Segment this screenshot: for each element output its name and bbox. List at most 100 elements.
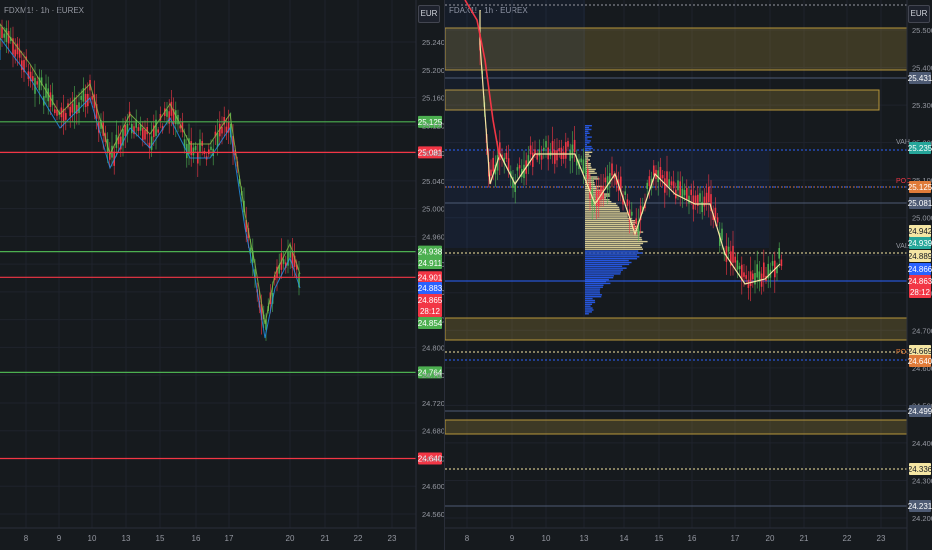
left-price-tick: 24.960 (422, 232, 444, 241)
right-candle (538, 149, 541, 157)
right-price-tick: 25.000 (912, 214, 932, 223)
right-volume-bar (585, 278, 609, 281)
right-volume-bar (585, 307, 593, 309)
right-volume-bar (585, 297, 593, 300)
right-candle (505, 152, 508, 159)
left-price-tick: 25.120 (422, 121, 444, 130)
right-demand-zone-2 (445, 419, 908, 435)
right-candle (754, 272, 756, 285)
right-volume-bar (585, 132, 590, 134)
right-axis-badge: 24.863 (908, 277, 932, 286)
right-candle (681, 188, 684, 198)
left-candle (71, 103, 74, 113)
right-volume-bar (585, 265, 623, 267)
left-chart-pane[interactable]: FDXM1! · 1h · EUREX EUR 8 9 10 13 15 16 17 20 21… (0, 0, 444, 550)
right-volume-bar (585, 142, 590, 144)
right-volume-bar (585, 313, 589, 315)
right-candle (611, 163, 613, 176)
right-candle (699, 193, 701, 202)
right-volume-bar (585, 244, 641, 247)
right-volume-bar (585, 214, 628, 216)
right-volume-bar (585, 275, 614, 277)
right-candle (736, 260, 739, 270)
right-shade (445, 0, 585, 150)
right-candle (688, 195, 690, 204)
right-candle (648, 176, 651, 187)
right-axis-badge: 25.431 (908, 74, 932, 83)
right-volume-bar (585, 309, 594, 311)
right-volume-bar (585, 144, 587, 146)
right-axis-badge: 25.125 (908, 183, 932, 192)
right-candle (529, 145, 532, 155)
left-candle (137, 127, 140, 131)
right-candle (595, 190, 598, 207)
left-candle (5, 28, 8, 43)
right-candle (734, 256, 736, 263)
right-price-tick: 24.700 (912, 326, 932, 335)
right-volume-bar (585, 125, 592, 127)
right-candle (653, 165, 655, 176)
left-price-tick: 25.200 (422, 66, 444, 75)
right-price-tick: 24.400 (912, 439, 932, 448)
right-candle (708, 186, 710, 203)
right-candle (683, 190, 686, 196)
left-price-tick: 25.000 (422, 205, 444, 214)
right-date-tick: 14 (620, 534, 629, 543)
right-volume-bar (585, 126, 590, 129)
right-axis-badge: 24.640 (908, 357, 932, 366)
right-volume-bar (585, 263, 630, 266)
right-candle (554, 150, 556, 164)
right-volume-bar (585, 187, 598, 190)
right-volume-bar (585, 254, 638, 256)
right-candle (743, 272, 745, 277)
right-volume-bar (585, 258, 638, 260)
right-candle (540, 155, 543, 160)
right-candle (780, 259, 783, 267)
right-candle (626, 199, 629, 206)
right-volume-bar (585, 305, 591, 307)
right-volume-bar (585, 136, 592, 138)
left-candle (124, 125, 126, 136)
right-volume-bar (585, 311, 592, 313)
right-candle (727, 246, 730, 252)
right-candle (664, 178, 666, 193)
right-price-tick: 24.300 (912, 476, 932, 485)
right-candle (705, 192, 708, 204)
left-price-chart[interactable]: 8 9 10 13 15 16 17 20 21 22 2325.12525.08124.93824… (0, 0, 444, 550)
left-price-tick: 25.040 (422, 177, 444, 186)
right-chart-pane[interactable]: FDAX1! · 1h · EUREX EUR 8910131415161720… (444, 0, 932, 550)
left-price-tick: 24.600 (422, 482, 444, 491)
right-date-tick: 16 (688, 534, 697, 543)
left-candle (32, 76, 34, 81)
right-candle (569, 150, 571, 161)
left-candle (1, 27, 3, 38)
right-volume-bar (585, 256, 640, 258)
right-price-chart[interactable]: 8 9 10 13 14 15 16 17 20 21 22 23 25.500 25.400 25.300… (445, 0, 932, 550)
right-volume-bar (585, 149, 589, 152)
right-volume-bar (585, 140, 591, 142)
left-candle (216, 133, 219, 147)
right-volume-bar (585, 128, 592, 131)
left-candle (3, 33, 5, 38)
right-demand-zone (445, 317, 908, 341)
right-candle (624, 191, 626, 195)
left-price-tick: 25.240 (422, 38, 444, 47)
right-volume-bar (585, 172, 597, 174)
right-candle (565, 142, 567, 159)
right-axis-badge: 24.939 (908, 239, 932, 248)
right-candle (738, 266, 741, 270)
right-volume-bar (585, 151, 593, 153)
left-price-tick: 24.640 (422, 454, 444, 463)
right-candle (721, 228, 723, 241)
right-candle (584, 167, 587, 174)
right-volume-bar (585, 284, 604, 286)
right-price-tick: 25.400 (912, 64, 932, 73)
right-volume-bar (585, 147, 593, 150)
right-axis-badge: 28:12 (910, 288, 931, 297)
right-candle (725, 245, 728, 262)
right-candle (490, 169, 492, 176)
right-candle (534, 149, 536, 154)
right-date-tick: 13 (580, 534, 589, 543)
right-volume-bar (585, 189, 603, 191)
right-axis-badge: 24.889 (908, 252, 932, 261)
